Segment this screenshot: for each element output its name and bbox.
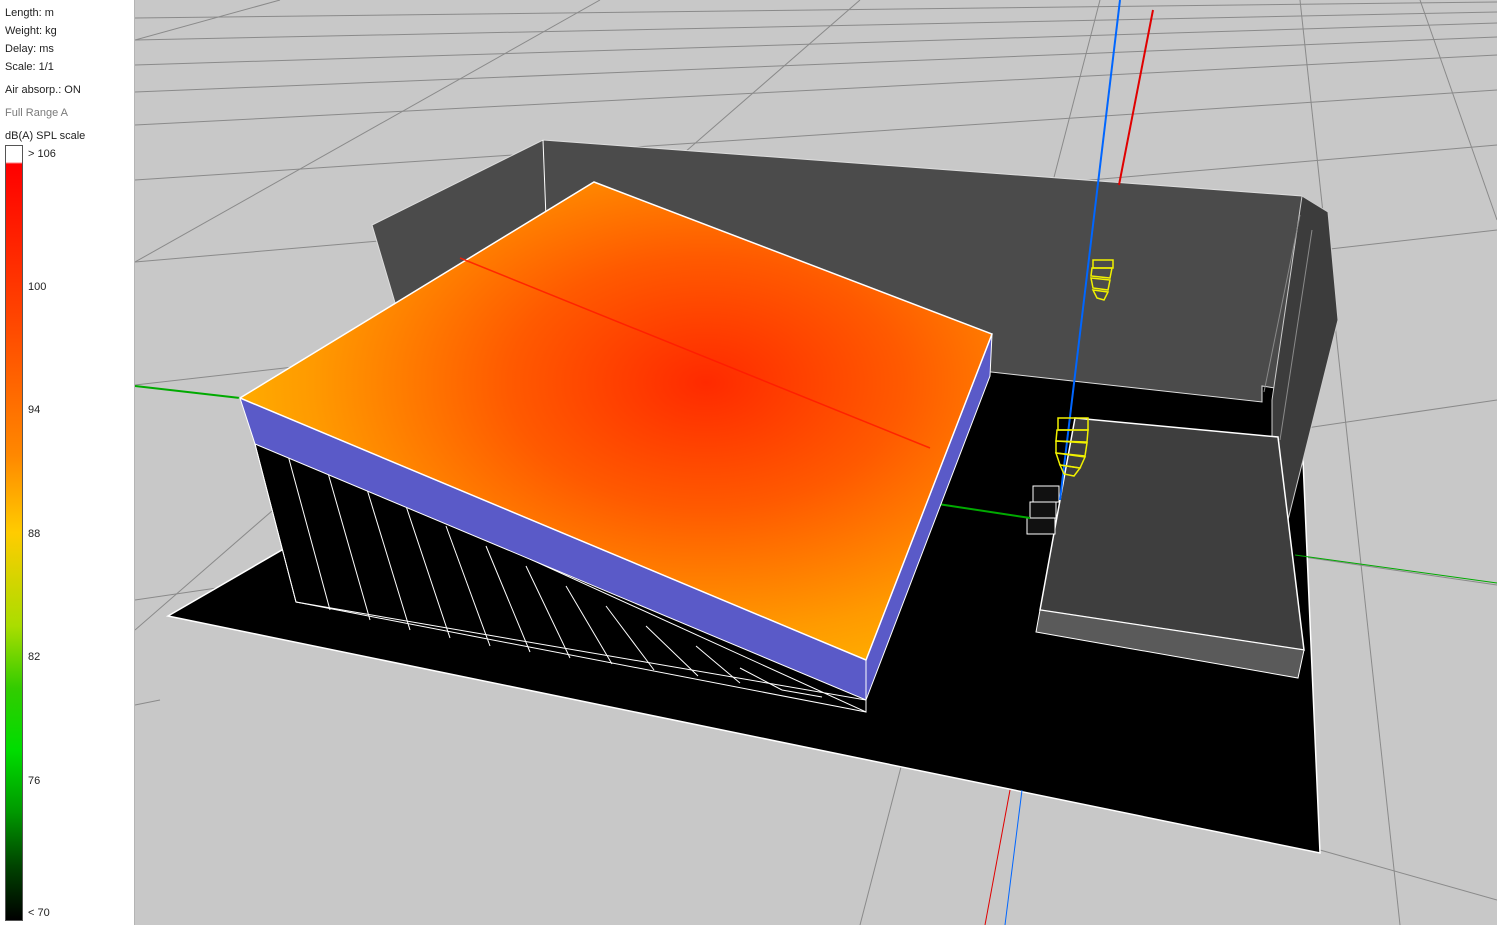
spl-color-scale: [5, 145, 23, 921]
air-absorption-status: Air absorp.: ON: [5, 84, 81, 96]
spl-scale-title: dB(A) SPL scale: [5, 130, 86, 142]
delay-unit: Delay: ms: [5, 43, 54, 55]
spl-tick-76: 76: [28, 775, 41, 787]
scale-ratio: Scale: 1/1: [5, 61, 54, 73]
length-unit: Length: m: [5, 7, 54, 19]
frequency-range-label: Full Range A: [5, 107, 68, 119]
3d-viewport[interactable]: [135, 0, 1497, 925]
spl-tick-82: 82: [28, 651, 41, 663]
spl-tick-70: < 70: [28, 907, 50, 919]
spl-tick-88: 88: [28, 528, 41, 540]
weight-unit: Weight: kg: [5, 25, 57, 37]
spl-tick-106: > 106: [28, 148, 56, 160]
info-panel: Length: m Weight: kg Delay: ms Scale: 1/…: [0, 0, 135, 925]
spl-tick-94: 94: [28, 404, 41, 416]
stage-platform: [1039, 417, 1305, 651]
spl-tick-100: 100: [28, 281, 47, 293]
